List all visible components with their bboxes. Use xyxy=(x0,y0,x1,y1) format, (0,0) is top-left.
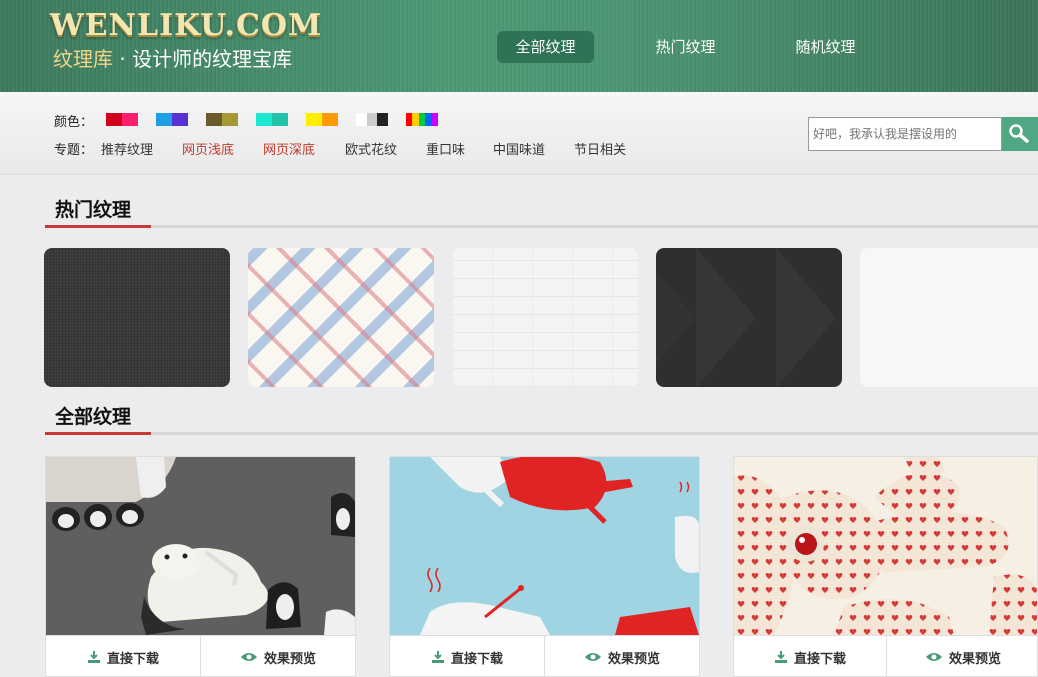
eye-icon xyxy=(240,653,257,661)
texture-card: 直接下载 效果预览 xyxy=(389,456,700,677)
preview-button[interactable]: 效果预览 xyxy=(544,636,699,676)
tagline-brand: 纹理库 xyxy=(53,47,113,71)
card-actions: 直接下载 效果预览 xyxy=(390,635,699,676)
download-icon xyxy=(87,651,100,663)
topic-light-web-bg[interactable]: 网页浅底 xyxy=(182,139,234,158)
section-title-hot: 热门纹理 xyxy=(55,199,132,221)
preview-label: 效果预览 xyxy=(263,651,316,667)
hot-texture-dark-chevron[interactable] xyxy=(656,248,842,387)
download-button[interactable]: 直接下载 xyxy=(390,636,544,676)
preview-label: 效果预览 xyxy=(948,651,1001,667)
color-filter-label: 颜色： xyxy=(54,115,94,130)
color-swatch-7[interactable] xyxy=(406,113,439,126)
section-title-all: 全部纹理 xyxy=(55,406,132,428)
nav-all-textures[interactable]: 全部纹理 xyxy=(497,31,594,63)
hot-texture-white-brick[interactable] xyxy=(452,248,638,387)
search-input[interactable] xyxy=(808,117,1002,151)
texture-card: 直接下载 效果预览 xyxy=(45,456,356,677)
topic-chinese-style[interactable]: 中国味道 xyxy=(493,139,545,158)
topic-dark-web-bg[interactable]: 网页深底 xyxy=(263,139,315,158)
nav-random-textures[interactable]: 随机纹理 xyxy=(777,31,874,63)
color-swatch-3[interactable] xyxy=(206,113,238,126)
download-icon xyxy=(774,651,787,663)
preview-button[interactable]: 效果预览 xyxy=(886,636,1037,676)
preview-button[interactable]: 效果预览 xyxy=(200,636,355,676)
color-swatch-4[interactable] xyxy=(256,113,288,126)
section-accent-hot xyxy=(45,225,151,228)
topic-filter-label: 专题： xyxy=(54,143,94,158)
download-button[interactable]: 直接下载 xyxy=(46,636,200,676)
hot-texture-plaid[interactable] xyxy=(248,248,434,387)
site-logo[interactable]: WENLIKU.COM xyxy=(50,8,322,43)
download-label: 直接下载 xyxy=(450,651,503,667)
topic-european-pattern[interactable]: 欧式花纹 xyxy=(345,139,397,158)
site-tagline: 纹理库 · 设计师的纹理宝库 xyxy=(53,43,292,72)
download-label: 直接下载 xyxy=(106,651,159,667)
tagline-text: 设计师的纹理宝库 xyxy=(132,47,293,71)
section-divider-all xyxy=(45,432,1038,435)
site-header: WENLIKU.COM 纹理库 · 设计师的纹理宝库 全部纹理 热门纹理 随机纹… xyxy=(0,0,1038,92)
download-label: 直接下载 xyxy=(793,651,846,667)
hot-texture-dark-linen[interactable] xyxy=(44,248,230,387)
download-icon xyxy=(431,651,444,663)
topic-holidays[interactable]: 节日相关 xyxy=(574,139,626,158)
card-actions: 直接下载 效果预览 xyxy=(734,635,1037,676)
topic-recommended[interactable]: 推荐纹理 xyxy=(101,139,153,158)
color-swatch-5[interactable] xyxy=(306,113,338,126)
preview-label: 效果预览 xyxy=(607,651,660,667)
tagline-dot: · xyxy=(119,47,126,71)
texture-thumbnail-polar-bear[interactable] xyxy=(46,457,355,635)
section-accent-all xyxy=(45,432,151,435)
eye-icon xyxy=(584,653,601,661)
texture-thumbnail-rabbit[interactable] xyxy=(734,457,1037,635)
color-swatch-6[interactable] xyxy=(356,113,389,126)
color-swatch-1[interactable] xyxy=(106,113,138,126)
texture-thumbnail-hot-water-bottle[interactable] xyxy=(390,457,699,635)
search-icon xyxy=(1009,124,1029,143)
section-divider-hot xyxy=(45,225,1038,228)
nav-hot-textures[interactable]: 热门纹理 xyxy=(637,31,734,63)
color-swatch-2[interactable] xyxy=(156,113,188,126)
texture-card: 直接下载 效果预览 xyxy=(733,456,1038,677)
eye-icon xyxy=(925,653,942,661)
topic-heavy-taste[interactable]: 重口味 xyxy=(426,139,465,158)
card-actions: 直接下载 效果预览 xyxy=(46,635,355,676)
hot-texture-white-paper[interactable] xyxy=(860,248,1038,387)
download-button[interactable]: 直接下载 xyxy=(734,636,886,676)
search-button[interactable] xyxy=(1002,117,1038,151)
